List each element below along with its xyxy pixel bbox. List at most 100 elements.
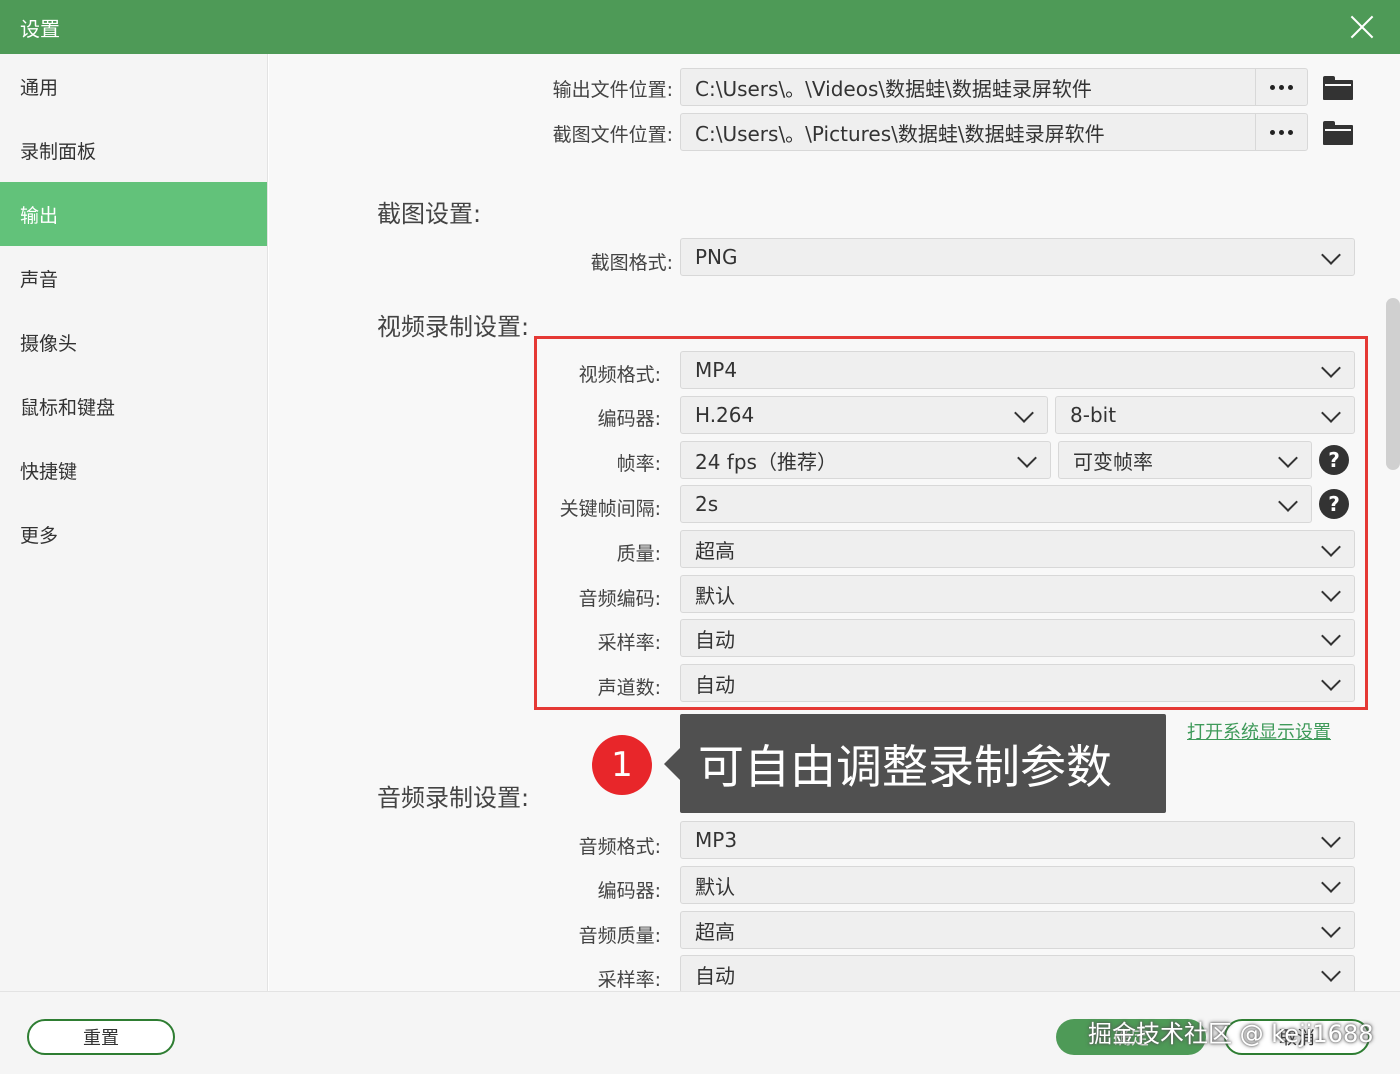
sidebar-item-label: 更多 (20, 524, 59, 547)
audio-codec-select[interactable]: 默认 (680, 575, 1355, 613)
chevron-down-icon (1320, 963, 1342, 985)
sidebar-item-label: 摄像头 (20, 332, 78, 355)
audio-encoder-select[interactable]: 默认 (680, 866, 1355, 904)
sidebar-item-sound[interactable]: 声音 (0, 246, 267, 310)
audio-format-select[interactable]: MP3 (680, 821, 1355, 859)
screenshot-path-field[interactable]: C:\Users\。\Pictures\数据蛙\数据蛙录屏软件 (680, 113, 1308, 151)
help-icon[interactable]: ? (1319, 489, 1349, 519)
screenshot-settings-title: 截图设置: (377, 200, 482, 228)
select-value: 默认 (695, 874, 735, 899)
video-encoder-label: 编码器: (597, 408, 661, 430)
select-value: MP4 (695, 358, 738, 382)
channels-label: 声道数: (597, 677, 661, 699)
bit-depth-select[interactable]: 8-bit (1055, 396, 1355, 434)
select-value: 自动 (695, 627, 735, 652)
video-encoder-select[interactable]: H.264 (680, 396, 1048, 434)
screenshot-path-label: 截图文件位置: (552, 124, 673, 146)
select-value: 可变帧率 (1073, 449, 1153, 474)
quality-select[interactable]: 超高 (680, 530, 1355, 568)
sidebar-item-recording-panel[interactable]: 录制面板 (0, 118, 267, 182)
audio-settings-title: 音频录制设置: (377, 784, 530, 812)
chevron-down-icon (1320, 538, 1342, 560)
sidebar-item-output[interactable]: 输出 (0, 182, 267, 246)
select-value: 默认 (695, 583, 735, 608)
chevron-down-icon (1320, 583, 1342, 605)
reset-button[interactable]: 重置 (27, 1019, 175, 1055)
chevron-down-icon (1320, 874, 1342, 896)
output-path-value: C:\Users\。\Videos\数据蛙\数据蛙录屏软件 (695, 76, 1092, 101)
chevron-down-icon (1320, 359, 1342, 381)
keyframe-interval-select[interactable]: 2s (680, 485, 1312, 523)
chevron-down-icon (1320, 919, 1342, 941)
screenshot-format-select[interactable]: PNG (680, 238, 1355, 276)
sidebar-item-label: 鼠标和键盘 (20, 396, 116, 419)
audio-format-label: 音频格式: (578, 836, 661, 858)
chevron-down-icon (1016, 449, 1038, 471)
screenshot-path-value: C:\Users\。\Pictures\数据蛙\数据蛙录屏软件 (695, 121, 1105, 146)
select-value: PNG (695, 245, 738, 269)
folder-icon[interactable] (1323, 121, 1353, 145)
more-icon[interactable] (1255, 69, 1307, 105)
folder-icon[interactable] (1323, 76, 1353, 100)
footer-bar: 重置 确定 取消 掘金技术社区 @ keji1688 (0, 991, 1400, 1074)
framerate-select[interactable]: 24 fps（推荐） (680, 441, 1051, 479)
select-value: 8-bit (1070, 403, 1117, 427)
more-icon[interactable] (1255, 114, 1307, 150)
close-icon[interactable] (1346, 11, 1378, 43)
sidebar-item-shortcuts[interactable]: 快捷键 (0, 438, 267, 502)
output-path-field[interactable]: C:\Users\。\Videos\数据蛙\数据蛙录屏软件 (680, 68, 1308, 106)
callout-badge: 1 (592, 735, 652, 795)
window-title: 设置 (20, 16, 60, 41)
output-path-label: 输出文件位置: (552, 79, 673, 101)
audio-sample-rate-label: 采样率: (597, 969, 661, 991)
screenshot-format-label: 截图格式: (590, 252, 673, 274)
video-format-label: 视频格式: (578, 364, 661, 386)
select-value: H.264 (695, 403, 755, 427)
audio-quality-select[interactable]: 超高 (680, 911, 1355, 949)
chevron-down-icon (1320, 672, 1342, 694)
sidebar-item-label: 声音 (20, 268, 59, 291)
sidebar-item-label: 输出 (20, 204, 59, 227)
sidebar-item-more[interactable]: 更多 (0, 502, 267, 566)
sample-rate-label: 采样率: (597, 632, 661, 654)
audio-quality-label: 音频质量: (578, 925, 661, 947)
sidebar: 通用 录制面板 输出 声音 摄像头 鼠标和键盘 快捷键 更多 (0, 54, 268, 991)
settings-panel: 输出文件位置: C:\Users\。\Videos\数据蛙\数据蛙录屏软件 截图… (269, 54, 1400, 991)
select-value: MP3 (695, 828, 738, 852)
help-icon[interactable]: ? (1319, 445, 1349, 475)
chevron-down-icon (1277, 449, 1299, 471)
chevron-down-icon (1277, 493, 1299, 515)
sidebar-item-label: 快捷键 (20, 460, 78, 483)
audio-encoder-label: 编码器: (597, 880, 661, 902)
sidebar-item-camera[interactable]: 摄像头 (0, 310, 267, 374)
chevron-down-icon (1320, 246, 1342, 268)
audio-codec-label: 音频编码: (578, 588, 661, 610)
audio-sample-rate-select[interactable]: 自动 (680, 955, 1355, 991)
keyframe-interval-label: 关键帧间隔: (559, 498, 661, 520)
sidebar-item-label: 通用 (20, 76, 59, 99)
sample-rate-select[interactable]: 自动 (680, 619, 1355, 657)
select-value: 自动 (695, 963, 735, 988)
open-display-settings-link[interactable]: 打开系统显示设置 (1187, 718, 1331, 744)
chevron-down-icon (1320, 829, 1342, 851)
video-settings-title: 视频录制设置: (377, 313, 530, 341)
sidebar-item-mouse-keyboard[interactable]: 鼠标和键盘 (0, 374, 267, 438)
callout-annotation: 可自由调整录制参数 (664, 714, 1166, 813)
select-value: 24 fps（推荐） (695, 449, 837, 474)
chevron-down-icon (1013, 404, 1035, 426)
title-bar: 设置 (0, 0, 1400, 54)
select-value: 超高 (695, 538, 735, 563)
chevron-down-icon (1320, 627, 1342, 649)
select-value: 自动 (695, 672, 735, 697)
framerate-label: 帧率: (616, 453, 661, 475)
sidebar-item-label: 录制面板 (20, 140, 97, 163)
chevron-down-icon (1320, 404, 1342, 426)
video-format-select[interactable]: MP4 (680, 351, 1355, 389)
framerate-mode-select[interactable]: 可变帧率 (1058, 441, 1312, 479)
select-value: 超高 (695, 919, 735, 944)
channels-select[interactable]: 自动 (680, 664, 1355, 702)
vertical-scrollbar[interactable] (1386, 298, 1400, 470)
watermark: 掘金技术社区 @ keji1688 (1088, 1020, 1374, 1048)
callout-text: 可自由调整录制参数 (698, 739, 1112, 794)
sidebar-item-general[interactable]: 通用 (0, 54, 267, 118)
